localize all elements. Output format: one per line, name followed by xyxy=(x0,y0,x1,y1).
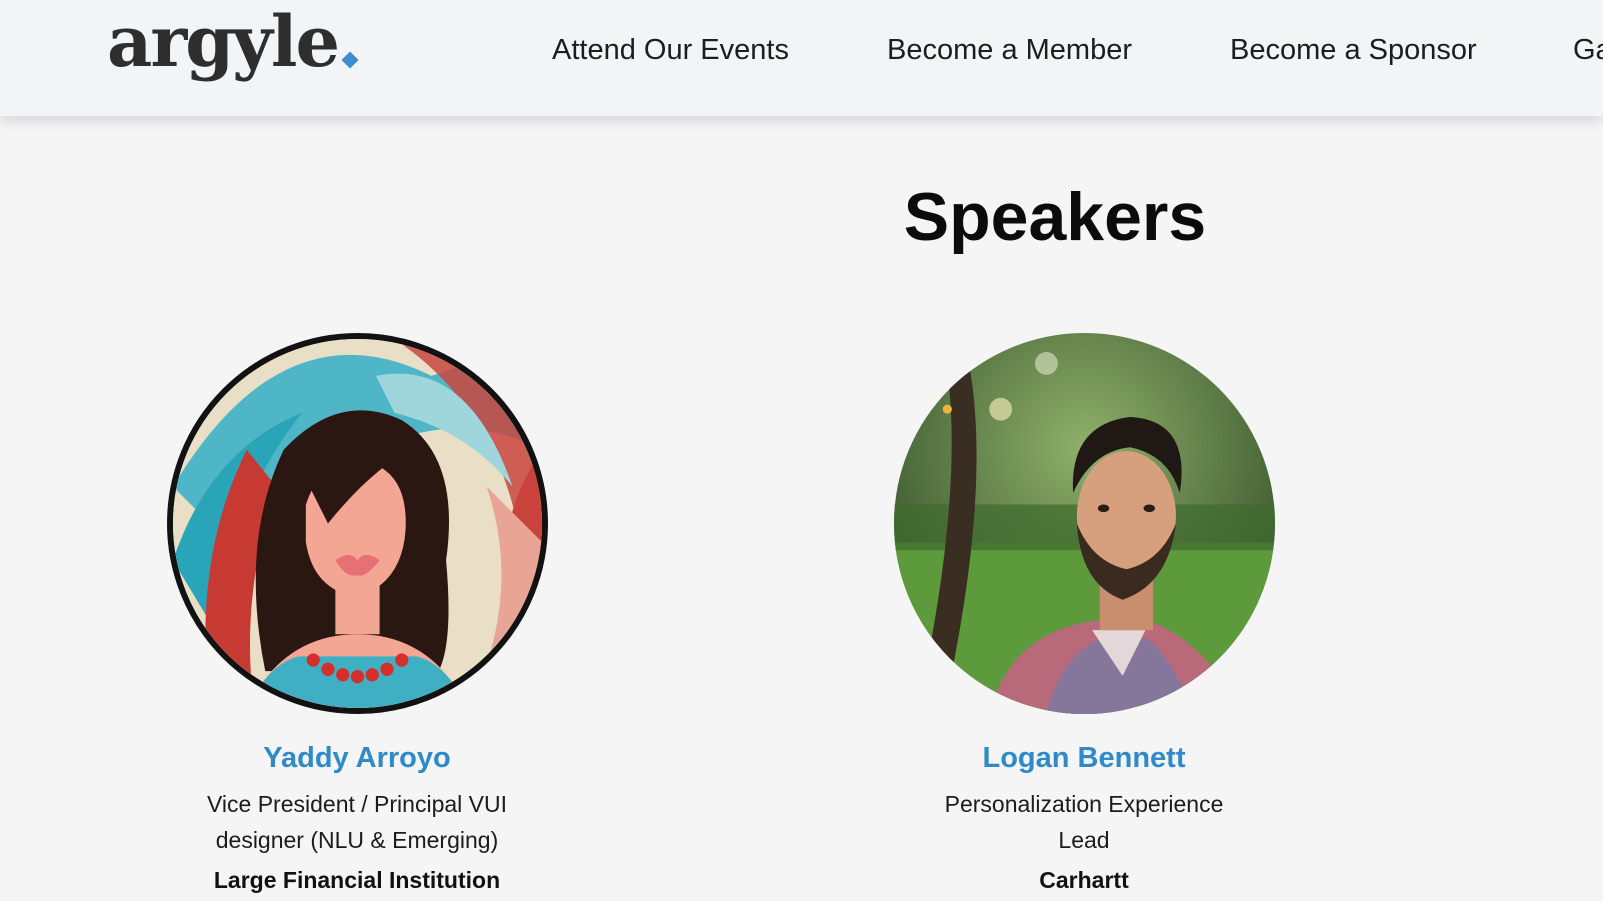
speaker-name[interactable]: Logan Bennett xyxy=(874,738,1294,778)
speaker-avatar-illustration[interactable] xyxy=(166,333,548,714)
speaker-card: Yaddy Arroyo Vice President / Principal … xyxy=(147,333,567,898)
speaker-role-line1: Personalization Experience xyxy=(944,791,1224,817)
speaker-avatar-photo[interactable] xyxy=(893,333,1275,714)
speaker-role: Vice President / Principal VUI designer … xyxy=(147,786,567,858)
speaker-role-line2: Lead xyxy=(1058,827,1110,853)
argyle-logo[interactable]: argyle xyxy=(107,0,359,83)
speaker-role-line2: designer (NLU & Emerging) xyxy=(215,827,499,853)
nav-item-truncated[interactable]: Ga xyxy=(1573,30,1603,70)
speaker-company: Carhartt xyxy=(1039,867,1129,893)
speaker-name[interactable]: Yaddy Arroyo xyxy=(147,738,567,778)
woman-illustration-icon xyxy=(172,339,542,708)
logo-dot-icon xyxy=(341,51,359,69)
nav-attend-events[interactable]: Attend Our Events xyxy=(552,30,789,70)
page-title: Speakers xyxy=(903,179,1207,255)
speaker-role-line1: Vice President / Principal VUI xyxy=(207,791,507,817)
man-photo-icon xyxy=(893,333,1275,714)
speaker-company: Large Financial Institution xyxy=(213,867,501,893)
speaker-role: Personalization Experience Lead xyxy=(874,786,1294,858)
speaker-card: Logan Bennett Personalization Experience… xyxy=(874,333,1294,898)
nav-become-sponsor[interactable]: Become a Sponsor xyxy=(1230,30,1477,70)
logo-text: argyle xyxy=(107,0,340,83)
site-header: argyle Attend Our Events Become a Member… xyxy=(0,0,1603,116)
nav-become-member[interactable]: Become a Member xyxy=(887,30,1132,70)
